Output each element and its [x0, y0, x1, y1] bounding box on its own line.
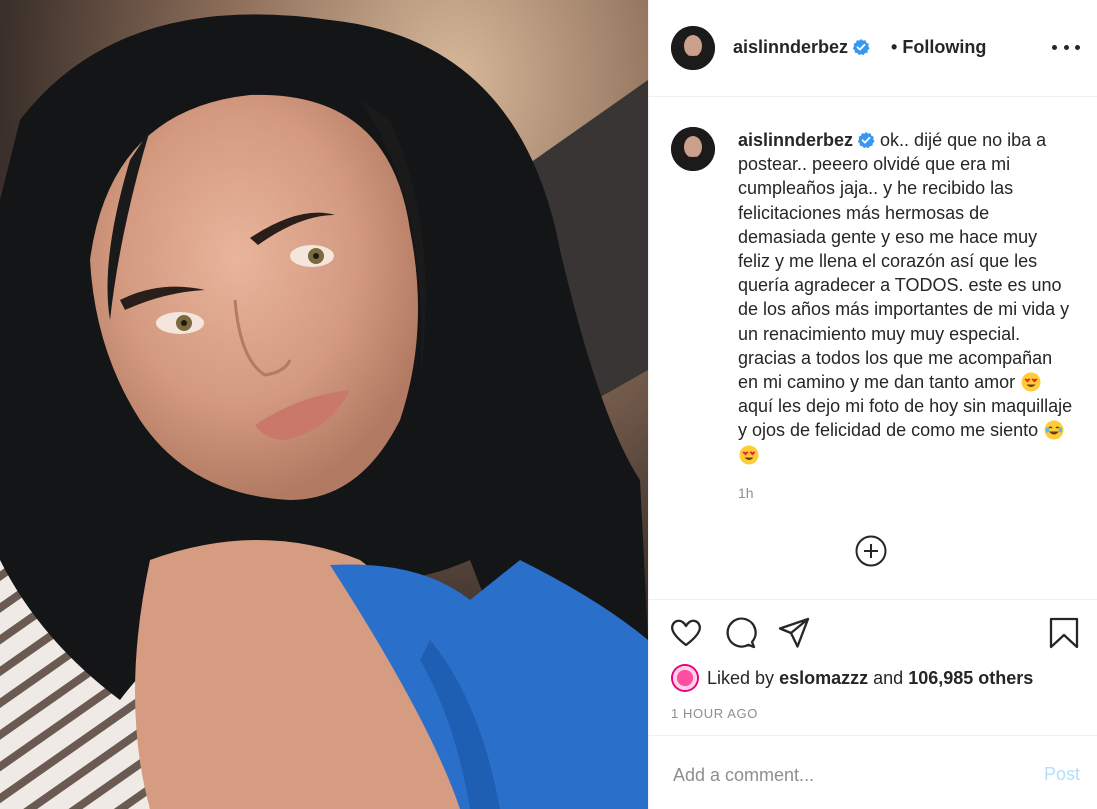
comment-input[interactable] — [671, 760, 1005, 790]
likes-count[interactable]: 106,985 others — [908, 668, 1033, 689]
caption-author-avatar[interactable] — [671, 127, 715, 171]
caption-username[interactable]: aislinnderbez — [738, 130, 875, 150]
author-username[interactable]: aislinnderbez — [733, 37, 870, 58]
share-icon[interactable] — [777, 616, 811, 650]
post-comment-button[interactable]: Post — [1044, 764, 1080, 785]
post-timestamp[interactable]: 1 HOUR AGO — [671, 706, 758, 721]
bookmark-icon[interactable] — [1047, 616, 1081, 650]
liker-avatar[interactable] — [671, 664, 699, 692]
load-more-comments-icon[interactable] — [855, 535, 887, 567]
likes-summary: Liked by eslomazzz and 106,985 others — [671, 664, 1033, 692]
author-username-text[interactable]: aislinnderbez — [733, 37, 848, 57]
heart-eyes-emoji-icon — [739, 445, 759, 465]
follow-status[interactable]: • Following — [891, 37, 986, 58]
post-header: aislinnderbez • Following — [649, 0, 1097, 97]
verified-icon — [852, 39, 870, 56]
heart-icon[interactable] — [669, 616, 703, 650]
more-options-icon[interactable] — [1052, 36, 1080, 58]
likes-conjunction: and — [873, 667, 904, 688]
dot-separator: • — [891, 37, 898, 57]
caption-username-text[interactable]: aislinnderbez — [738, 130, 853, 150]
heart-eyes-emoji-icon — [1021, 372, 1041, 392]
comment-icon[interactable] — [723, 616, 757, 650]
caption-text: aislinnderbez ok.. dijé que no iba a pos… — [738, 128, 1073, 467]
following-button[interactable]: Following — [902, 37, 986, 57]
liker-username[interactable]: eslomazzz — [779, 668, 868, 689]
instagram-post: aislinnderbez • Following aislinnderbez … — [0, 0, 1097, 809]
caption-time[interactable]: 1h — [738, 485, 754, 501]
post-side-panel: aislinnderbez • Following aislinnderbez … — [648, 0, 1097, 809]
action-bar — [649, 600, 1097, 660]
tears-of-joy-emoji-icon — [1044, 420, 1064, 440]
comment-section: Post — [649, 735, 1097, 809]
author-avatar[interactable] — [671, 26, 715, 70]
liked-by-label: Liked by — [707, 667, 775, 688]
caption-section: aislinnderbez ok.. dijé que no iba a pos… — [649, 97, 1097, 600]
photo-illustration — [0, 0, 648, 809]
verified-icon — [857, 132, 875, 149]
caption-body-part1: ok.. dijé que no iba a postear.. peeero … — [738, 130, 1070, 393]
post-photo[interactable] — [0, 0, 648, 809]
caption-body-part2: aquí les dejo mi foto de hoy sin maquill… — [738, 396, 1073, 441]
